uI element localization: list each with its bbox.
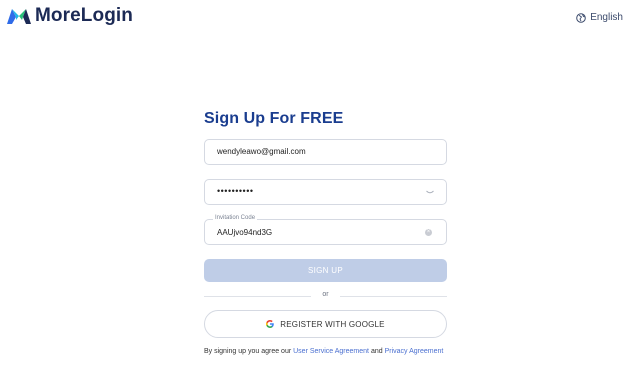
- or-divider: or: [204, 291, 447, 301]
- invitation-code-field[interactable]: Invitation Code AAUjvo94nd3G ×: [204, 215, 447, 245]
- brand-name: MoreLogin: [35, 5, 133, 26]
- terms-text: By signing up you agree our User Service…: [204, 347, 444, 357]
- eye-closed-icon[interactable]: [426, 189, 434, 195]
- clear-icon[interactable]: ×: [425, 229, 432, 236]
- invitation-code-value: AAUjvo94nd3G: [217, 228, 273, 237]
- email-field[interactable]: wendyleawo@gmail.com: [204, 139, 447, 165]
- register-with-google-button[interactable]: REGISTER WITH GOOGLE: [204, 310, 447, 338]
- globe-icon: [576, 12, 586, 23]
- page-title: Sign Up For FREE: [204, 110, 344, 127]
- password-field[interactable]: ••••••••••: [204, 179, 447, 205]
- language-label: English: [590, 12, 623, 23]
- user-service-agreement-link[interactable]: User Service Agreement: [293, 348, 369, 355]
- google-icon: [266, 320, 275, 328]
- invitation-code-label: Invitation Code: [213, 215, 258, 221]
- divider-line-right: [340, 296, 447, 297]
- brand[interactable]: MoreLogin: [7, 5, 133, 27]
- terms-prefix: By signing up you agree our: [204, 348, 294, 355]
- privacy-agreement-link[interactable]: Privacy Agreement: [385, 348, 444, 355]
- email-value: wendyleawo@gmail.com: [217, 147, 306, 156]
- language-selector[interactable]: English: [576, 12, 623, 23]
- morelogin-logo-icon: [7, 9, 31, 24]
- google-button-label: REGISTER WITH GOOGLE: [280, 319, 385, 329]
- password-value: ••••••••••: [217, 186, 254, 196]
- sign-up-button[interactable]: SIGN UP: [204, 259, 447, 282]
- terms-middle: and: [369, 348, 385, 355]
